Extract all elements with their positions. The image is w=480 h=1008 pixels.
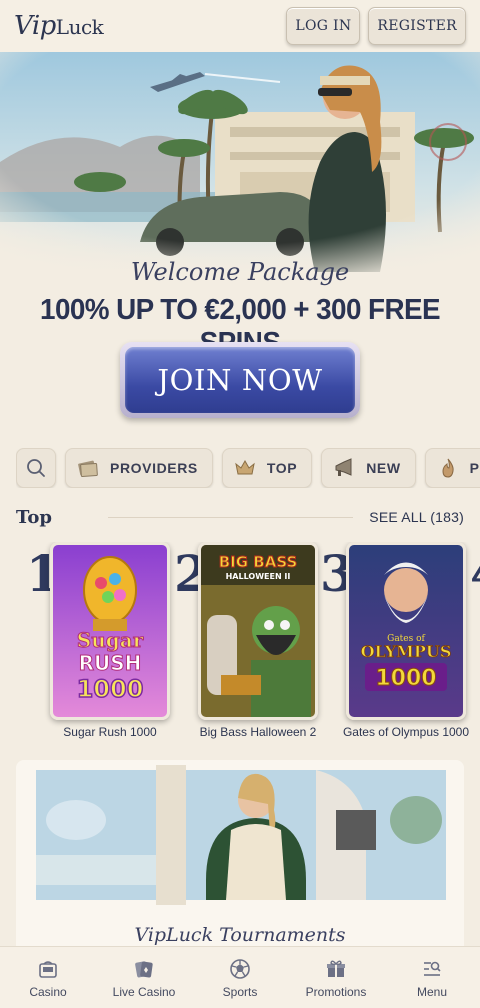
game-title: Gates of Olympus 1000 — [342, 725, 470, 739]
login-button[interactable]: LOG IN — [286, 7, 361, 45]
search-button[interactable] — [16, 448, 56, 488]
gift-icon — [327, 960, 345, 977]
providers-icon — [78, 460, 98, 477]
join-now-button[interactable]: JOIN NOW — [120, 342, 360, 418]
game-thumbnail[interactable]: Sugar RUSH 1000 — [50, 542, 170, 720]
nav-casino[interactable]: Casino — [0, 947, 96, 1008]
thumb-text-1: BIG BASS — [219, 553, 298, 571]
hero-banner-image — [0, 52, 480, 272]
nav-live-casino[interactable]: Live Casino — [96, 947, 192, 1008]
megaphone-icon — [335, 458, 352, 476]
nav-promotions[interactable]: Promotions — [288, 947, 384, 1008]
filter-providers-label: PROVIDERS — [110, 460, 198, 476]
slot-machine-icon — [39, 960, 57, 978]
nav-casino-label: Casino — [29, 984, 67, 999]
menu-search-icon — [424, 961, 441, 976]
top-games-carousel: 1 Sugar RUSH 1000 Sugar Rush 1000 2 BIG … — [0, 542, 480, 742]
search-icon — [27, 459, 45, 477]
register-button[interactable]: REGISTER — [368, 7, 466, 45]
cards-icon — [135, 960, 153, 977]
thumb-text-3: 1000 — [375, 666, 436, 691]
nav-sports[interactable]: Sports — [192, 947, 288, 1008]
game-title: Big Bass Halloween 2 — [199, 725, 317, 739]
nav-live-casino-label: Live Casino — [112, 984, 176, 999]
section-divider — [107, 516, 354, 518]
crown-icon — [235, 459, 255, 475]
header: VipLuck LOG IN REGISTER — [0, 0, 480, 52]
nav-menu-label: Menu — [416, 984, 448, 999]
filter-providers[interactable]: PROVIDERS — [65, 448, 213, 488]
thumb-text-2: OLYMPUS — [361, 642, 452, 661]
top-section-header: Top SEE ALL (183) — [16, 506, 464, 528]
nav-promotions-label: Promotions — [305, 984, 367, 999]
thumb-text-1: Sugar — [77, 628, 144, 652]
filter-new-label: NEW — [366, 460, 401, 476]
bottom-navigation: Casino Live Casino Sports Promotions Men… — [0, 946, 480, 1008]
ball-icon — [230, 958, 250, 979]
thumb-text-2: RUSH — [79, 651, 142, 675]
filter-top[interactable]: TOP — [221, 448, 313, 488]
logo-rest: Luck — [55, 15, 104, 39]
see-all-link[interactable]: SEE ALL (183) — [369, 509, 464, 525]
nav-menu[interactable]: Menu — [384, 947, 480, 1008]
top-section-title: Top — [16, 506, 52, 528]
game-thumbnail[interactable]: Gates of OLYMPUS 1000 — [346, 542, 466, 720]
tournaments-banner[interactable]: VipLuck Tournaments — [16, 760, 464, 960]
nav-sports-label: Sports — [222, 984, 258, 999]
filter-popular-label: PO — [469, 460, 480, 476]
tournaments-title: VipLuck Tournaments — [134, 924, 346, 946]
logo-main: Vip — [14, 11, 56, 41]
flame-icon — [442, 458, 454, 478]
game-thumbnail[interactable]: BIG BASS HALLOWEEN II — [198, 542, 318, 720]
welcome-package-title: Welcome Package — [130, 258, 350, 286]
game-title: Sugar Rush 1000 — [63, 725, 157, 739]
category-filter-bar: PROVIDERS TOP NEW PO — [16, 448, 480, 488]
filter-new[interactable]: NEW — [321, 448, 416, 488]
filter-popular[interactable]: PO — [424, 448, 480, 488]
rank-number: 4 — [470, 544, 480, 603]
join-now-label: JOIN NOW — [125, 347, 355, 413]
thumb-text-2: HALLOWEEN II — [226, 572, 291, 581]
tournaments-image — [36, 765, 446, 905]
thumb-text-3: 1000 — [77, 675, 144, 703]
auth-buttons: LOG IN REGISTER — [286, 7, 466, 45]
vipluck-logo[interactable]: VipLuck — [14, 11, 104, 41]
filter-top-label: TOP — [266, 460, 298, 476]
